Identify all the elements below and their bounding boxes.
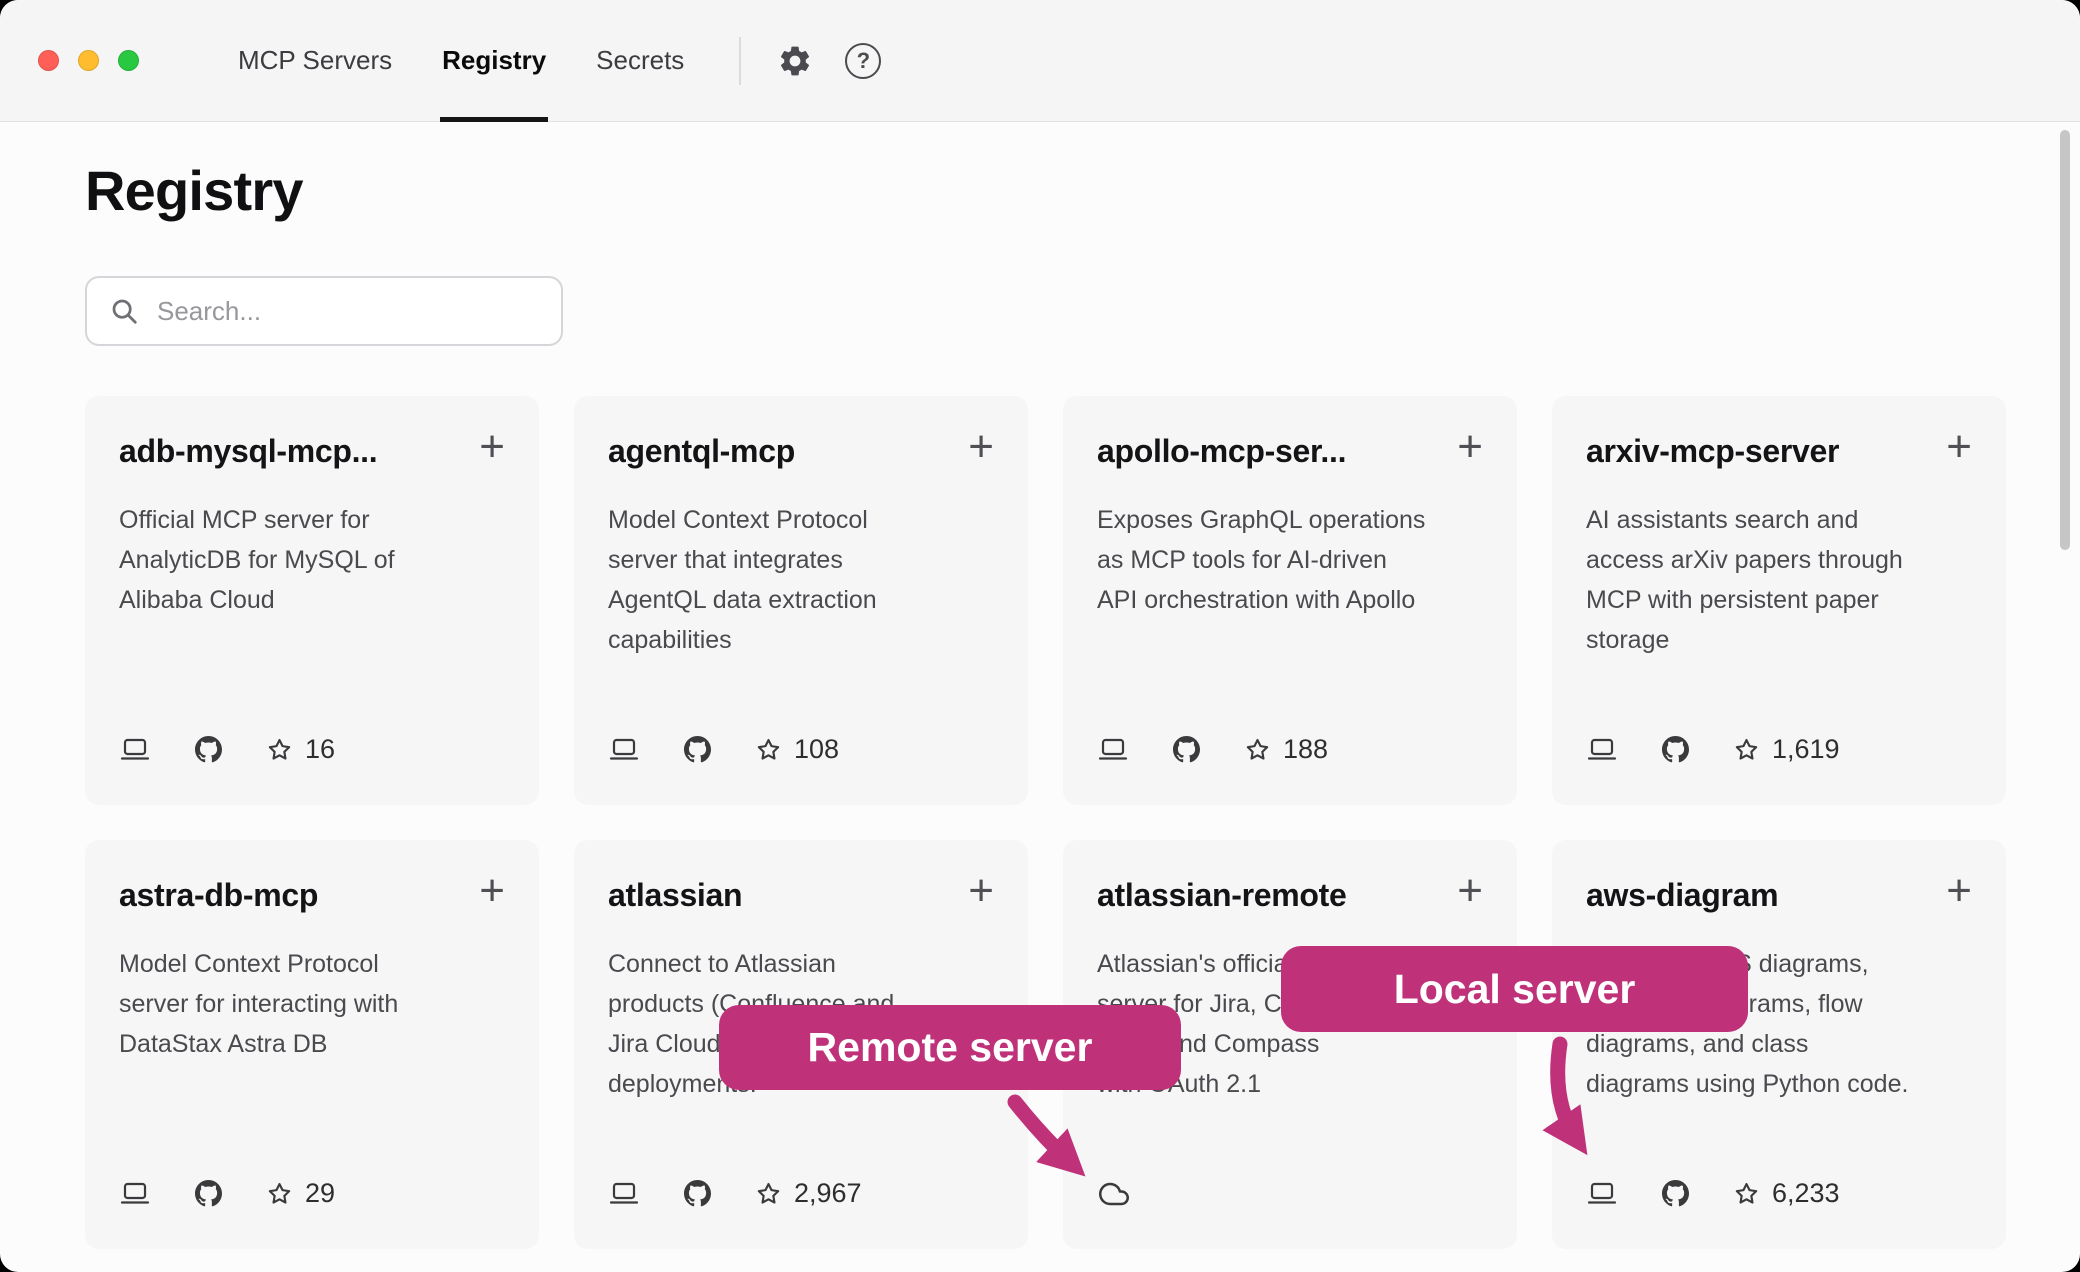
scrollbar[interactable] xyxy=(2060,130,2070,550)
add-server-button[interactable]: + xyxy=(968,876,994,906)
server-card-arxiv-mcp-server: arxiv-mcp-server + AI assistants search … xyxy=(1552,396,2006,805)
server-card-adb-mysql-mcp: adb-mysql-mcp... + Official MCP server f… xyxy=(85,396,539,805)
server-name: atlassian xyxy=(608,876,742,914)
server-card-agentql-mcp: agentql-mcp + Model Context Protocol ser… xyxy=(574,396,1028,805)
star-count: 108 xyxy=(794,734,839,765)
star-count: 6,233 xyxy=(1772,1178,1840,1209)
server-description: Official MCP server for AnalyticDB for M… xyxy=(119,500,505,620)
server-description: Model Context Protocol server for intera… xyxy=(119,944,505,1064)
laptop-icon xyxy=(1586,737,1618,763)
add-server-button[interactable]: + xyxy=(1457,432,1483,462)
traffic-lights xyxy=(38,50,139,71)
laptop-icon xyxy=(1586,1181,1618,1207)
add-server-button[interactable]: + xyxy=(479,876,505,906)
add-server-button[interactable]: + xyxy=(1457,876,1483,906)
server-card-grid: adb-mysql-mcp... + Official MCP server f… xyxy=(85,396,1995,1249)
github-icon[interactable] xyxy=(684,1180,711,1207)
laptop-icon xyxy=(119,737,151,763)
github-icon[interactable] xyxy=(1173,736,1200,763)
star-count: 2,967 xyxy=(794,1178,862,1209)
laptop-icon xyxy=(608,1181,640,1207)
search-input[interactable] xyxy=(155,295,539,328)
add-server-button[interactable]: + xyxy=(968,432,994,462)
annotation-local-server: Local server xyxy=(1281,946,1748,1032)
close-button[interactable] xyxy=(38,50,59,71)
star-count: 188 xyxy=(1283,734,1328,765)
server-name: astra-db-mcp xyxy=(119,876,318,914)
star-icon xyxy=(1733,1180,1760,1207)
star-count: 1,619 xyxy=(1772,734,1840,765)
github-icon[interactable] xyxy=(684,736,711,763)
add-server-button[interactable]: + xyxy=(479,432,505,462)
minimize-button[interactable] xyxy=(78,50,99,71)
laptop-icon xyxy=(608,737,640,763)
star-count: 29 xyxy=(305,1178,335,1209)
zoom-button[interactable] xyxy=(118,50,139,71)
github-icon[interactable] xyxy=(1662,736,1689,763)
help-icon[interactable]: ? xyxy=(845,43,881,79)
server-name: aws-diagram xyxy=(1586,876,1778,914)
star-count: 16 xyxy=(305,734,335,765)
page-title: Registry xyxy=(85,160,1995,222)
server-name: arxiv-mcp-server xyxy=(1586,432,1839,470)
star-icon xyxy=(1244,736,1271,763)
star-icon xyxy=(755,736,782,763)
server-card-aws-diagram: aws-diagram + Generate AWS diagrams, seq… xyxy=(1552,840,2006,1249)
tab-registry[interactable]: Registry xyxy=(417,0,571,121)
header-divider xyxy=(739,37,741,85)
star-icon xyxy=(266,1180,293,1207)
server-description: Exposes GraphQL operations as MCP tools … xyxy=(1097,500,1483,620)
annotation-remote-server: Remote server xyxy=(719,1005,1181,1090)
tab-mcp-servers[interactable]: MCP Servers xyxy=(213,0,417,121)
server-description: AI assistants search and access arXiv pa… xyxy=(1586,500,1972,660)
search-icon xyxy=(109,296,139,326)
add-server-button[interactable]: + xyxy=(1946,876,1972,906)
add-server-button[interactable]: + xyxy=(1946,432,1972,462)
server-card-apollo-mcp-server: apollo-mcp-ser... + Exposes GraphQL oper… xyxy=(1063,396,1517,805)
settings-gear-icon[interactable] xyxy=(777,43,813,79)
server-name: adb-mysql-mcp... xyxy=(119,432,377,470)
cloud-icon xyxy=(1097,1179,1131,1209)
server-name: apollo-mcp-ser... xyxy=(1097,432,1346,470)
github-icon[interactable] xyxy=(195,1180,222,1207)
star-icon xyxy=(266,736,293,763)
server-name: atlassian-remote xyxy=(1097,876,1347,914)
github-icon[interactable] xyxy=(1662,1180,1689,1207)
search-box[interactable] xyxy=(85,276,563,346)
titlebar: MCP Servers Registry Secrets ? xyxy=(0,0,2080,122)
app-window: MCP Servers Registry Secrets ? Registry … xyxy=(0,0,2080,1272)
star-icon xyxy=(1733,736,1760,763)
laptop-icon xyxy=(1097,737,1129,763)
server-description: Model Context Protocol server that integ… xyxy=(608,500,994,660)
server-name: agentql-mcp xyxy=(608,432,795,470)
github-icon[interactable] xyxy=(195,736,222,763)
server-card-astra-db-mcp: astra-db-mcp + Model Context Protocol se… xyxy=(85,840,539,1249)
laptop-icon xyxy=(119,1181,151,1207)
tab-secrets[interactable]: Secrets xyxy=(571,0,709,121)
nav-tabs: MCP Servers Registry Secrets xyxy=(213,0,709,121)
star-icon xyxy=(755,1180,782,1207)
